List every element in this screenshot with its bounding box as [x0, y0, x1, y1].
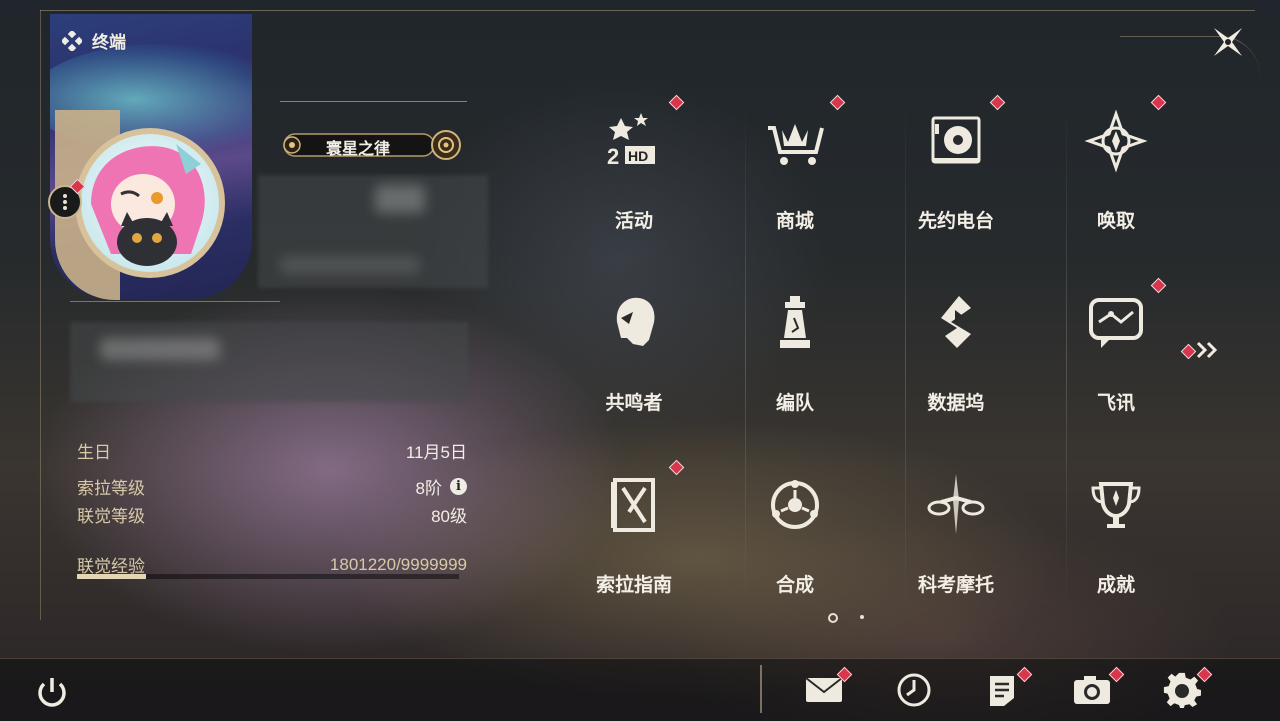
stat-value-wrap: 8阶 i: [416, 474, 467, 499]
menu-item-label: 科考摩托: [917, 575, 994, 596]
menu-item-label: 索拉指南: [595, 575, 672, 596]
stat-label: 索拉等级: [77, 479, 145, 498]
menu-item-label: 飞讯: [1096, 393, 1135, 414]
svg-text:2: 2: [607, 144, 619, 169]
notice-button[interactable]: [982, 670, 1022, 710]
page-dot-active[interactable]: [828, 613, 838, 623]
menu-item-label: 数据坞: [927, 393, 985, 414]
double-chevron-right-icon: [1196, 341, 1218, 359]
avatar[interactable]: [81, 134, 219, 272]
stat-birthday: 生日 11月5日: [77, 438, 467, 463]
svg-text:HD: HD: [628, 148, 648, 164]
blurred-uid-text: [280, 256, 420, 274]
menu-item-label: 合成: [775, 575, 814, 596]
terminal-diamond-icon: [62, 30, 82, 51]
close-button[interactable]: [1208, 22, 1248, 62]
power-button[interactable]: [34, 674, 70, 710]
stat-label: 联觉等级: [77, 507, 145, 526]
next-page-button[interactable]: [1196, 340, 1220, 366]
bottom-separator: [760, 665, 762, 713]
menu-item-radio[interactable]: 先约电台: [886, 100, 1026, 250]
signature-divider: [70, 301, 280, 302]
info-icon[interactable]: i: [450, 478, 467, 495]
chat-icon: [1089, 298, 1143, 348]
menu-item-messages[interactable]: 飞讯: [1046, 282, 1186, 432]
blurred-signature-panel: [70, 322, 468, 402]
blurred-name-text: [375, 185, 425, 213]
clock-icon: [897, 673, 931, 707]
frame-left-line: [40, 10, 41, 620]
notice-icon: [990, 676, 1014, 706]
close-icon: [1214, 28, 1242, 56]
menu-item-synthesis[interactable]: 合成: [725, 464, 865, 614]
title-badge[interactable]: 寰星之律: [280, 130, 465, 160]
power-icon: [38, 678, 66, 707]
menu-item-label: 先约电台: [917, 211, 994, 232]
menu-item-events[interactable]: 2 HD 活动: [564, 100, 704, 250]
menu-item-guide[interactable]: 索拉指南: [564, 464, 704, 614]
menu-item-team[interactable]: 编队: [725, 282, 865, 432]
frame-top-line: [40, 10, 1255, 11]
title-divider: [280, 101, 467, 102]
resonator-head-icon: [616, 297, 655, 346]
menu-item-resonators[interactable]: 共鸣者: [564, 282, 704, 432]
guide-book-icon: [611, 478, 655, 532]
stat-value: 80级: [431, 507, 467, 526]
shop-cart-icon: [768, 124, 824, 165]
motorcycle-icon: [927, 474, 985, 534]
event-2hd-icon: 2 HD: [607, 113, 655, 169]
team-chess-icon: [780, 296, 810, 348]
menu-item-label: 成就: [1096, 575, 1135, 596]
menu-item-label: 商城: [775, 211, 814, 232]
menu-item-achievements[interactable]: 成就: [1046, 464, 1186, 614]
menu-item-label: 共鸣者: [605, 393, 663, 414]
stat-value: 8阶: [415, 479, 442, 498]
terminal-header: 终端: [62, 28, 126, 53]
settings-gear-icon: [1163, 672, 1201, 708]
menu-item-motorcycle[interactable]: 科考摩托: [886, 464, 1026, 614]
camera-icon: [1074, 676, 1110, 704]
exp-progress-fill: [77, 574, 146, 579]
clock-button[interactable]: [894, 670, 934, 710]
stat-sola-level: 索拉等级 8阶 i: [77, 474, 467, 499]
stat-value: 11月5日: [405, 443, 467, 462]
exp-progress-bar: [77, 574, 459, 579]
menu-item-shop[interactable]: 商城: [725, 100, 865, 250]
trophy-icon: [1091, 482, 1141, 528]
menu-item-data-bank[interactable]: 数据坞: [886, 282, 1026, 432]
synthesis-icon: [771, 480, 819, 529]
avatar-character-icon: [91, 144, 205, 266]
stat-union-level: 联觉等级 80级: [77, 502, 467, 527]
page-dot[interactable]: [860, 615, 864, 619]
terminal-title: 终端: [92, 33, 126, 52]
settings-button[interactable]: [1162, 670, 1202, 710]
menu-item-label: 活动: [614, 211, 653, 232]
blurred-signature-text: [100, 338, 220, 360]
title-badge-label: 寰星之律: [326, 141, 391, 158]
data-bank-icon: [941, 296, 971, 348]
menu-item-convene[interactable]: 唤取: [1046, 100, 1186, 250]
radio-icon: [931, 116, 981, 164]
menu-item-label: 编队: [775, 393, 814, 414]
menu-item-label: 唤取: [1096, 211, 1135, 232]
camera-button[interactable]: [1072, 670, 1112, 710]
more-dots-icon: [63, 194, 67, 210]
stat-label: 生日: [77, 443, 111, 462]
convene-compass-icon: [1084, 109, 1148, 173]
